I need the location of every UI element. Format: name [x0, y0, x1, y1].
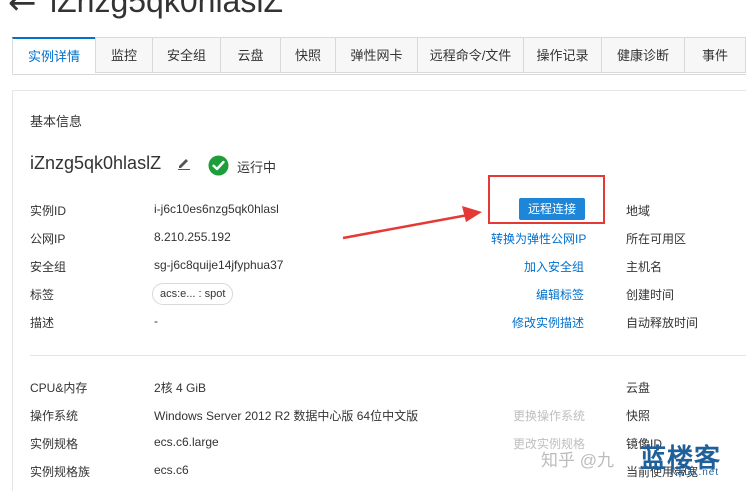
- value-cpu-memory: 2核 4 GiB: [154, 381, 207, 395]
- label-os: 操作系统: [30, 409, 79, 423]
- change-os-link[interactable]: 更换操作系统: [513, 407, 585, 424]
- label-instance-type: 实例规格: [30, 437, 79, 451]
- label-cpu-memory: CPU&内存: [30, 381, 88, 395]
- value-os: Windows Server 2012 R2 数据中心版 64位中文版: [154, 409, 419, 423]
- watermark-text: 知乎 @九: [541, 451, 614, 470]
- section-divider: [30, 355, 746, 356]
- watermark-subtext: KaDk.net: [670, 467, 720, 478]
- value-instance-type: ecs.c6.large: [154, 435, 219, 449]
- label-instance-family: 实例规格族: [30, 465, 91, 479]
- label-snapshot: 快照: [626, 409, 651, 423]
- value-instance-family: ecs.c6: [154, 463, 189, 477]
- label-cloud-disk: 云盘: [626, 381, 651, 395]
